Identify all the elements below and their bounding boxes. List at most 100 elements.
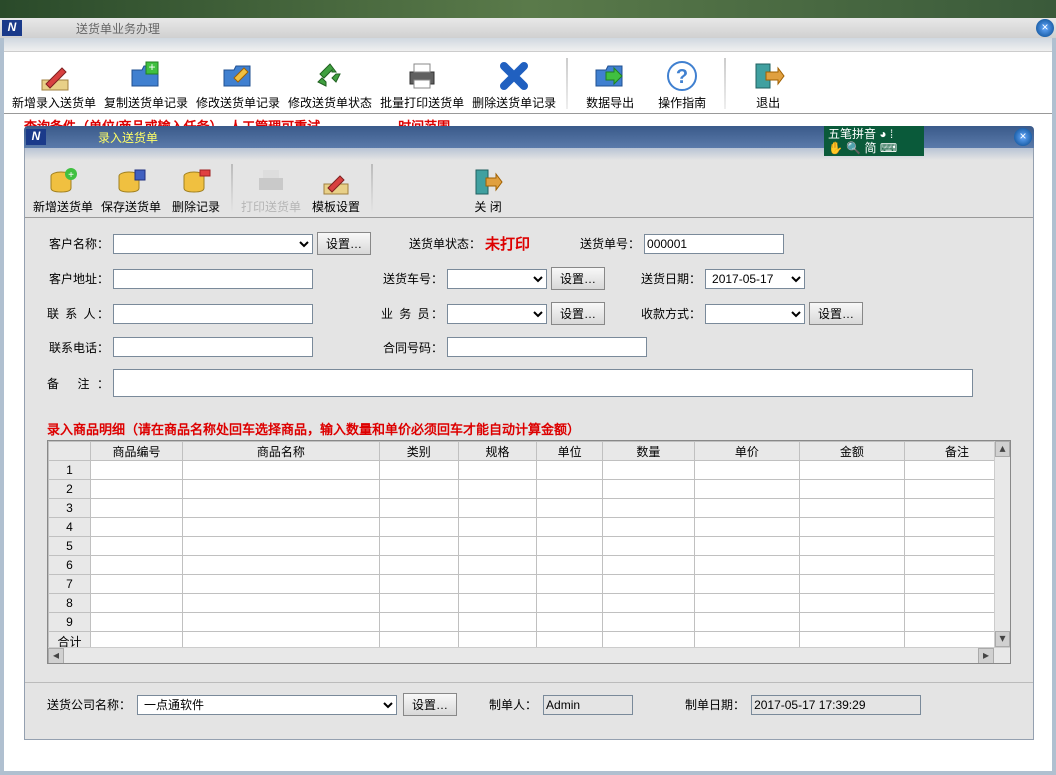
template-settings-button[interactable]: 模板设置 — [305, 160, 367, 217]
grid-cell[interactable] — [379, 518, 458, 537]
grid-cell[interactable] — [694, 556, 799, 575]
grid-cell[interactable] — [458, 575, 537, 594]
grid-cell[interactable] — [458, 594, 537, 613]
table-row[interactable]: 3 — [49, 499, 1010, 518]
grid-cell[interactable] — [458, 499, 537, 518]
grid-vertical-scrollbar[interactable]: ▴ ▾ — [994, 441, 1010, 647]
grid-cell[interactable] — [602, 518, 694, 537]
grid-cell[interactable] — [379, 613, 458, 632]
parent-close-button[interactable]: × — [1036, 19, 1054, 37]
truck-no-combo[interactable] — [447, 269, 547, 289]
grid-cell[interactable] — [182, 537, 379, 556]
table-row[interactable]: 7 — [49, 575, 1010, 594]
grid-cell[interactable] — [799, 537, 904, 556]
grid-cell[interactable] — [182, 480, 379, 499]
grid-cell[interactable] — [602, 575, 694, 594]
scroll-down-button[interactable]: ▾ — [995, 631, 1010, 647]
company-combo[interactable]: 一点通软件 — [137, 695, 397, 715]
order-no-field[interactable] — [644, 234, 784, 254]
company-set-button[interactable]: 设置… — [403, 693, 457, 716]
child-window-titlebar[interactable]: N 录入送货单 五笔拼音 ◕ ⁞ ✋ 🔍 简 ⌨ × — [24, 126, 1034, 148]
grid-cell[interactable] — [799, 499, 904, 518]
ship-date-field[interactable]: 2017-05-17 — [705, 269, 805, 289]
new-delivery-button[interactable]: 新增录入送货单 — [8, 54, 100, 113]
grid-table[interactable]: 商品编号商品名称类别规格单位数量单价金额备注 123456789合计 — [48, 441, 1010, 651]
grid-column-header[interactable]: 单价 — [694, 442, 799, 461]
grid-cell[interactable] — [602, 613, 694, 632]
scroll-left-button[interactable]: ◂ — [48, 648, 64, 664]
grid-cell[interactable] — [458, 613, 537, 632]
grid-column-header[interactable]: 规格 — [458, 442, 537, 461]
grid-cell[interactable] — [602, 556, 694, 575]
grid-cell[interactable] — [799, 556, 904, 575]
scroll-right-button[interactable]: ▸ — [978, 648, 994, 664]
grid-cell[interactable] — [537, 613, 603, 632]
grid-cell[interactable] — [91, 518, 183, 537]
save-order-button[interactable]: 保存送货单 — [97, 160, 165, 217]
customer-set-button[interactable]: 设置… — [317, 232, 371, 255]
table-row[interactable]: 5 — [49, 537, 1010, 556]
grid-cell[interactable] — [694, 499, 799, 518]
grid-cell[interactable] — [799, 461, 904, 480]
salesman-set-button[interactable]: 设置… — [551, 302, 605, 325]
parent-window-titlebar[interactable]: N 送货单业务办理 × — [0, 18, 1056, 38]
grid-cell[interactable] — [694, 575, 799, 594]
grid-cell[interactable] — [602, 499, 694, 518]
grid-cell[interactable] — [458, 556, 537, 575]
grid-cell[interactable] — [602, 480, 694, 499]
grid-cell[interactable] — [379, 575, 458, 594]
grid-cell[interactable] — [91, 575, 183, 594]
grid-cell[interactable] — [91, 480, 183, 499]
grid-cell[interactable] — [182, 613, 379, 632]
grid-cell[interactable] — [379, 537, 458, 556]
table-row[interactable]: 9 — [49, 613, 1010, 632]
grid-column-header[interactable]: 商品名称 — [182, 442, 379, 461]
product-grid[interactable]: 商品编号商品名称类别规格单位数量单价金额备注 123456789合计 ▴ ▾ ◂… — [47, 440, 1011, 664]
truck-set-button[interactable]: 设置… — [551, 267, 605, 290]
grid-cell[interactable] — [182, 461, 379, 480]
grid-cell[interactable] — [182, 556, 379, 575]
grid-cell[interactable] — [91, 461, 183, 480]
grid-cell[interactable] — [379, 556, 458, 575]
grid-cell[interactable] — [91, 499, 183, 518]
grid-column-header[interactable]: 类别 — [379, 442, 458, 461]
grid-cell[interactable] — [379, 594, 458, 613]
grid-cell[interactable] — [799, 480, 904, 499]
grid-cell[interactable] — [91, 594, 183, 613]
grid-cell[interactable] — [694, 594, 799, 613]
customer-name-combo[interactable] — [113, 234, 313, 254]
grid-cell[interactable] — [458, 537, 537, 556]
close-child-button[interactable]: 关 闭 — [457, 160, 519, 217]
grid-cell[interactable] — [458, 461, 537, 480]
grid-cell[interactable] — [694, 518, 799, 537]
grid-cell[interactable] — [694, 613, 799, 632]
grid-cell[interactable] — [182, 499, 379, 518]
grid-horizontal-scrollbar[interactable]: ◂ ▸ — [48, 647, 1010, 663]
grid-cell[interactable] — [537, 499, 603, 518]
grid-cell[interactable] — [458, 518, 537, 537]
grid-cell[interactable] — [91, 613, 183, 632]
grid-cell[interactable] — [379, 499, 458, 518]
grid-cell[interactable] — [379, 480, 458, 499]
modify-record-button[interactable]: 修改送货单记录 — [192, 54, 284, 113]
help-guide-button[interactable]: ? 操作指南 — [646, 54, 718, 113]
scroll-up-button[interactable]: ▴ — [995, 441, 1010, 457]
copy-record-button[interactable]: + 复制送货单记录 — [100, 54, 192, 113]
pay-method-combo[interactable] — [705, 304, 805, 324]
remark-field[interactable] — [113, 369, 973, 397]
grid-cell[interactable] — [799, 575, 904, 594]
new-order-button[interactable]: + 新增送货单 — [29, 160, 97, 217]
exit-button[interactable]: 退出 — [732, 54, 804, 113]
batch-print-button[interactable]: 批量打印送货单 — [376, 54, 468, 113]
grid-cell[interactable] — [537, 537, 603, 556]
grid-cell[interactable] — [602, 537, 694, 556]
grid-cell[interactable] — [537, 480, 603, 499]
grid-cell[interactable] — [537, 575, 603, 594]
grid-cell[interactable] — [537, 594, 603, 613]
grid-cell[interactable] — [182, 518, 379, 537]
grid-cell[interactable] — [537, 518, 603, 537]
contract-no-field[interactable] — [447, 337, 647, 357]
table-row[interactable]: 6 — [49, 556, 1010, 575]
grid-cell[interactable] — [379, 461, 458, 480]
table-row[interactable]: 1 — [49, 461, 1010, 480]
